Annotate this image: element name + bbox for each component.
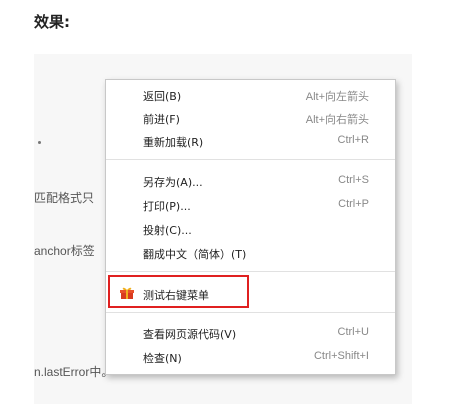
menu-item-shortcut: Ctrl+U bbox=[337, 326, 369, 338]
menu-separator bbox=[106, 159, 395, 160]
menu-item-label: 打印(P)... bbox=[143, 200, 191, 213]
menu-item-shortcut: Ctrl+S bbox=[338, 174, 369, 186]
menu-item-label: 返回(B) bbox=[143, 90, 182, 103]
menu-item-reload[interactable]: 重新加载(R) Ctrl+R bbox=[106, 130, 395, 152]
menu-item-shortcut: Ctrl+Shift+I bbox=[313, 350, 369, 362]
menu-item-shortcut: Alt+向左箭头 bbox=[305, 91, 369, 103]
background-text-line: n.lastError中。 bbox=[34, 365, 114, 379]
menu-item-view-source[interactable]: 查看网页源代码(V) Ctrl+U bbox=[106, 322, 395, 344]
menu-item-label: 检查(N) bbox=[143, 352, 182, 365]
menu-item-print[interactable]: 打印(P)... Ctrl+P bbox=[106, 194, 395, 216]
menu-item-label: 另存为(A)... bbox=[143, 176, 203, 189]
menu-item-label: 重新加载(R) bbox=[143, 136, 204, 149]
menu-separator bbox=[106, 271, 395, 272]
page-heading: 效果: bbox=[34, 13, 70, 31]
menu-separator bbox=[106, 312, 395, 313]
background-text-line: 匹配格式只 bbox=[34, 191, 95, 205]
menu-item-forward[interactable]: 前进(F) Alt+向右箭头 bbox=[106, 107, 395, 129]
menu-item-cast[interactable]: 投射(C)... bbox=[106, 218, 395, 240]
menu-item-label: 投射(C)... bbox=[143, 224, 192, 237]
menu-item-inspect[interactable]: 检查(N) Ctrl+Shift+I bbox=[106, 346, 395, 368]
menu-item-label: 前进(F) bbox=[143, 113, 180, 126]
menu-item-shortcut: Alt+向右箭头 bbox=[305, 114, 369, 126]
menu-item-shortcut: Ctrl+R bbox=[337, 134, 369, 146]
menu-item-label: 查看网页源代码(V) bbox=[143, 328, 237, 341]
context-menu: 返回(B) Alt+向左箭头 前进(F) Alt+向右箭头 重新加载(R) Ct… bbox=[105, 79, 396, 375]
menu-item-label: 翻成中文（简体）(T) bbox=[143, 248, 247, 261]
menu-item-save-as[interactable]: 另存为(A)... Ctrl+S bbox=[106, 170, 395, 192]
bullet-dot bbox=[38, 141, 41, 144]
highlight-box bbox=[108, 275, 249, 308]
menu-item-translate[interactable]: 翻成中文（简体）(T) bbox=[106, 242, 395, 264]
menu-item-shortcut: Ctrl+P bbox=[338, 198, 369, 210]
background-text-line: anchor标签 bbox=[34, 244, 95, 258]
menu-item-back[interactable]: 返回(B) Alt+向左箭头 bbox=[106, 84, 395, 106]
